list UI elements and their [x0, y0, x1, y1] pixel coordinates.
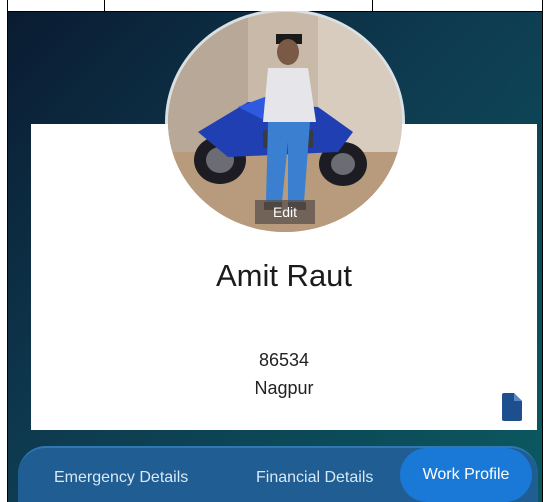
document-icon[interactable] [500, 393, 522, 421]
tab-financial-details[interactable]: Financial Details [256, 466, 373, 490]
profile-name: Amit Raut [215, 258, 353, 293]
top-table-strip [0, 0, 550, 12]
edit-photo-button[interactable]: Edit [255, 200, 315, 224]
divider [104, 0, 105, 12]
profile-photo-image [168, 12, 402, 232]
right-border [542, 0, 550, 502]
divider [372, 0, 373, 12]
profile-photo[interactable] [168, 12, 402, 232]
tab-emergency-details[interactable]: Emergency Details [54, 466, 188, 490]
employee-city: Nagpur [254, 378, 314, 398]
employee-id: 86534 [258, 350, 310, 370]
left-border [0, 0, 8, 502]
tab-work-profile[interactable]: Work Profile [400, 448, 532, 502]
